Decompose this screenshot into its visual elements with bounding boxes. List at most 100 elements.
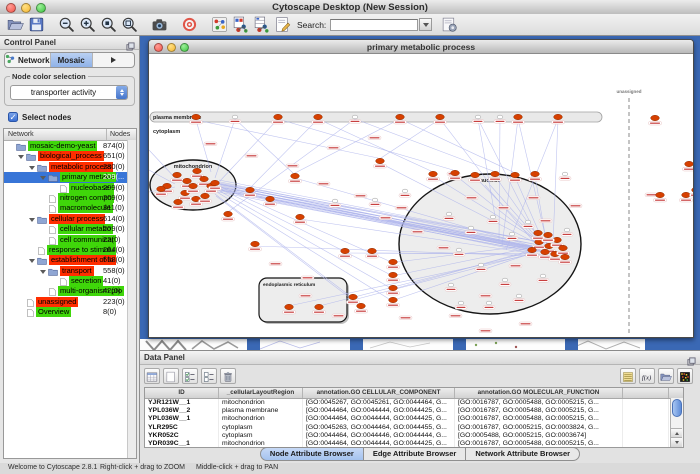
network-node[interactable] [502, 278, 508, 282]
network-node[interactable] [389, 297, 398, 302]
network-node[interactable] [471, 172, 480, 177]
tree-row-establishment-of-lo[interactable]: establishment of lo558(0) [4, 255, 136, 265]
network-edge[interactable] [378, 119, 440, 160]
network-node[interactable] [232, 115, 238, 119]
network-node[interactable] [456, 248, 462, 252]
tab-overflow-arrow[interactable] [93, 53, 134, 67]
table-row[interactable]: YKR052Ccytoplasm[GO:0044464, GO:0044446,… [145, 432, 683, 440]
tab-edge-attribute-browser[interactable]: Edge Attribute Browser [364, 447, 466, 461]
network-edge[interactable] [235, 119, 293, 173]
delete-attribute-icon[interactable] [220, 368, 236, 384]
search-dropdown-button[interactable] [419, 18, 432, 31]
network-node[interactable] [372, 198, 378, 202]
tree-row-unassigned[interactable]: unassigned223(0) [4, 297, 136, 307]
network-node[interactable] [341, 248, 350, 253]
expander-icon[interactable] [29, 259, 35, 263]
table-scrollbar[interactable] [670, 398, 683, 447]
expander-icon[interactable] [29, 218, 35, 222]
layout-region-icon[interactable] [211, 16, 228, 33]
tree-row-primary-metabo[interactable]: primary metabo209(... [4, 172, 136, 182]
tree-scrollbar[interactable] [127, 140, 136, 458]
float-panel-icon[interactable] [687, 353, 696, 362]
network-node[interactable] [173, 172, 182, 177]
network-node[interactable] [314, 114, 323, 119]
import-table-icon[interactable] [253, 16, 270, 33]
help-icon[interactable] [181, 16, 198, 33]
tree-row-cellular-metabo[interactable]: cellular metabo209(0) [4, 224, 136, 234]
network-node[interactable] [189, 183, 198, 188]
column-header-id[interactable]: ID [145, 388, 219, 398]
tree-row-cell-communicat[interactable]: cell communicat22(0) [4, 235, 136, 245]
network-node[interactable] [201, 193, 210, 198]
expander-icon[interactable] [40, 176, 46, 180]
network-node[interactable] [562, 172, 568, 176]
network-node[interactable] [332, 199, 338, 203]
tree-column-network[interactable]: Network [4, 129, 107, 140]
table-row[interactable]: YPL036W__1mitochondrion[GO:0044464, GO:0… [145, 415, 683, 423]
scrollbar-thumb[interactable] [672, 399, 682, 417]
network-edge[interactable] [318, 119, 431, 171]
network-node[interactable] [486, 301, 492, 305]
matrix-view-icon[interactable] [677, 368, 693, 384]
table-row[interactable]: YLR295Ccytoplasm[GO:0045263, GO:0044464,… [145, 424, 683, 432]
network-node[interactable] [682, 192, 691, 197]
table-row[interactable]: YPL036W__2plasma membrane[GO:0044464, GO… [145, 407, 683, 415]
network-node[interactable] [402, 189, 408, 193]
tree-row-metabolic-process[interactable]: metabolic process280(0) [4, 162, 136, 172]
attribute-list-icon[interactable] [620, 368, 636, 384]
network-edge[interactable] [278, 119, 453, 170]
network-node[interactable] [541, 249, 550, 254]
network-node[interactable] [656, 192, 665, 197]
network-node[interactable] [224, 211, 233, 216]
network-view-titlebar[interactable]: primary metabolic process [149, 40, 693, 54]
unselect-attributes-icon[interactable] [201, 368, 217, 384]
function-builder-icon[interactable]: f(x) [639, 368, 655, 384]
tree-row-multi-organism-pro[interactable]: multi-organism pro42(0) [4, 286, 136, 296]
network-node[interactable] [446, 212, 452, 216]
network-edge[interactable] [355, 119, 493, 171]
search-options-icon[interactable] [441, 16, 458, 33]
network-node[interactable] [509, 232, 515, 236]
network-node[interactable] [183, 178, 192, 183]
network-node[interactable] [436, 114, 445, 119]
network-edge[interactable] [400, 119, 513, 172]
network-node[interactable] [376, 158, 385, 163]
network-node[interactable] [511, 172, 520, 177]
network-node[interactable] [429, 171, 438, 176]
network-node[interactable] [389, 285, 398, 290]
network-node[interactable] [525, 220, 531, 224]
expander-icon[interactable] [40, 270, 46, 274]
network-node[interactable] [200, 176, 209, 181]
tab-node-attribute-browser[interactable]: Node Attribute Browser [260, 447, 364, 461]
network-node[interactable] [540, 274, 546, 278]
network-node[interactable] [554, 114, 563, 119]
network-node[interactable] [389, 272, 398, 277]
network-node[interactable] [516, 294, 522, 298]
network-node[interactable] [448, 283, 454, 287]
network-node[interactable] [291, 173, 300, 178]
network-node[interactable] [490, 215, 496, 219]
tree-row-cellular-process[interactable]: cellular process614(0) [4, 214, 136, 224]
tree-row-nitrogen-compo[interactable]: nitrogen compo209(0) [4, 193, 136, 203]
new-attribute-icon[interactable] [163, 368, 179, 384]
network-node[interactable] [174, 199, 183, 204]
expander-icon[interactable] [18, 155, 24, 159]
import-attributes-icon[interactable] [658, 368, 674, 384]
scroll-down-button[interactable] [671, 437, 682, 447]
annotation-icon[interactable] [274, 16, 291, 33]
network-node[interactable] [468, 226, 474, 230]
network-node[interactable] [458, 301, 464, 305]
tab-network-attribute-browser[interactable]: Network Attribute Browser [466, 447, 580, 461]
column-header-annotation-go-cellular-component[interactable]: annotation.GO CELLULAR_COMPONENT [303, 388, 455, 398]
network-node[interactable] [296, 214, 305, 219]
snapshot-icon[interactable] [151, 16, 168, 33]
network-node[interactable] [266, 196, 275, 201]
select-attributes-icon[interactable] [182, 368, 198, 384]
network-node[interactable] [685, 161, 693, 166]
zoom-in-icon[interactable] [79, 16, 96, 33]
network-node[interactable] [491, 171, 500, 176]
tree-row-response-to-stimulu[interactable]: response to stimulu264(0) [4, 245, 136, 255]
network-node[interactable] [357, 303, 366, 308]
network-node[interactable] [285, 304, 294, 309]
network-node[interactable] [514, 114, 523, 119]
